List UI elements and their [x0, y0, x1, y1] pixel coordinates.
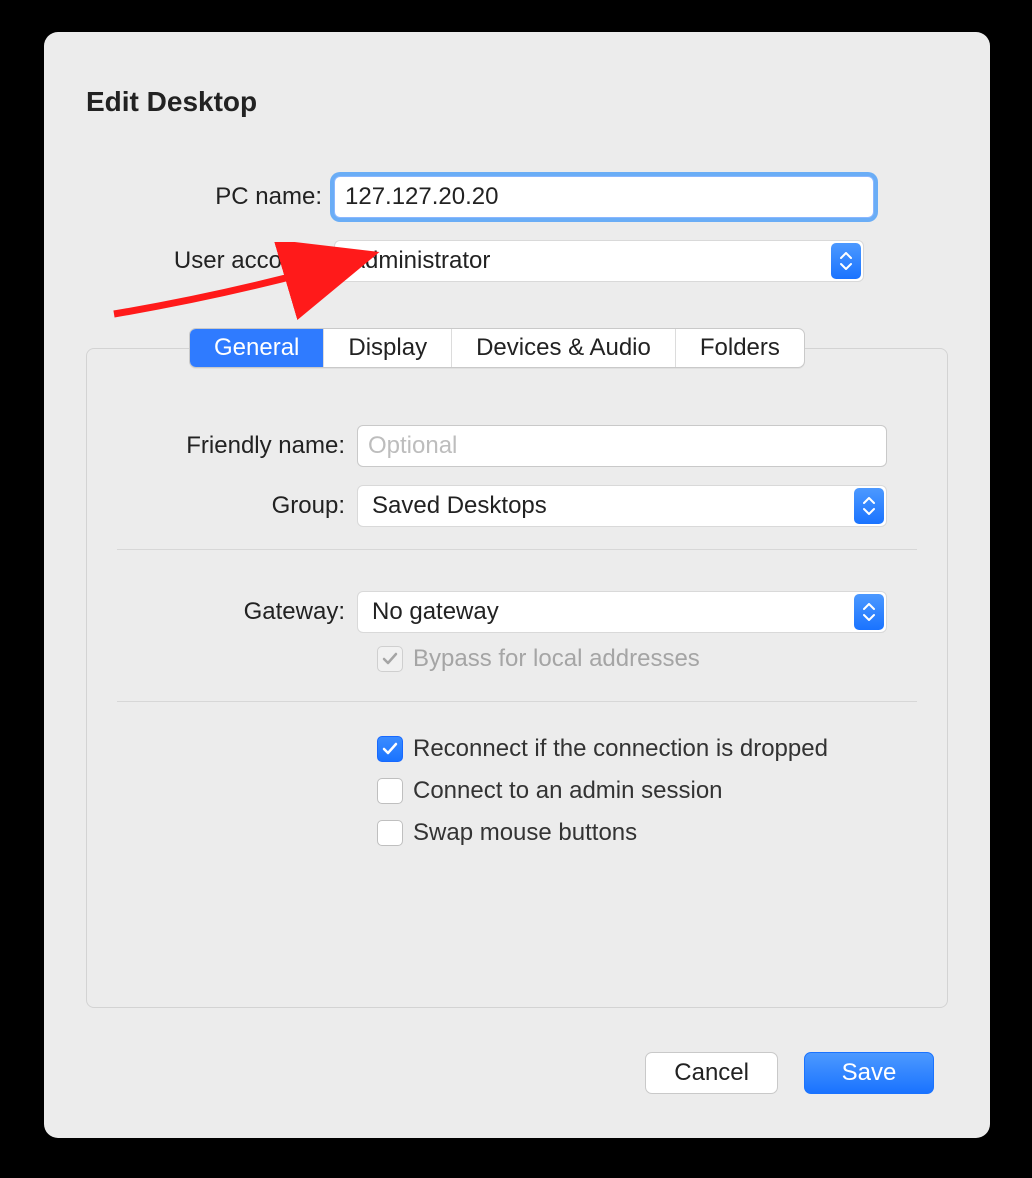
tab-display[interactable]: Display — [324, 329, 452, 367]
chevrons-icon — [854, 594, 884, 630]
friendly-name-label: Friendly name: — [87, 432, 357, 460]
tab-general[interactable]: General — [190, 329, 324, 367]
admin-session-checkbox-row[interactable]: Connect to an admin session — [377, 777, 723, 805]
user-account-select[interactable]: Administrator — [334, 240, 864, 282]
bypass-label: Bypass for local addresses — [413, 645, 700, 673]
user-account-value: Administrator — [349, 247, 490, 275]
swap-mouse-label: Swap mouse buttons — [413, 819, 637, 847]
gateway-select[interactable]: No gateway — [357, 591, 887, 633]
gateway-label: Gateway: — [87, 598, 357, 626]
gateway-value: No gateway — [372, 598, 499, 626]
dialog-footer: Cancel Save — [645, 1052, 934, 1094]
group-value: Saved Desktops — [372, 492, 547, 520]
admin-session-label: Connect to an admin session — [413, 777, 723, 805]
reconnect-checkbox-row[interactable]: Reconnect if the connection is dropped — [377, 735, 828, 763]
user-account-label: User account: — [44, 247, 334, 275]
save-button[interactable]: Save — [804, 1052, 934, 1094]
edit-desktop-window: Edit Desktop PC name: User account: Admi… — [44, 32, 990, 1138]
swap-mouse-checkbox[interactable] — [377, 820, 403, 846]
divider — [117, 701, 917, 702]
friendly-name-input[interactable] — [357, 425, 887, 467]
reconnect-label: Reconnect if the connection is dropped — [413, 735, 828, 763]
general-panel: Friendly name: Group: Saved Desktops Gat… — [86, 348, 948, 1008]
group-label: Group: — [87, 492, 357, 520]
cancel-button[interactable]: Cancel — [645, 1052, 778, 1094]
bypass-checkbox — [377, 646, 403, 672]
group-select[interactable]: Saved Desktops — [357, 485, 887, 527]
bypass-checkbox-row: Bypass for local addresses — [377, 645, 700, 673]
tab-devices-audio[interactable]: Devices & Audio — [452, 329, 676, 367]
reconnect-checkbox[interactable] — [377, 736, 403, 762]
tab-folders[interactable]: Folders — [676, 329, 804, 367]
divider — [117, 549, 917, 550]
chevrons-icon — [854, 488, 884, 524]
admin-session-checkbox[interactable] — [377, 778, 403, 804]
pc-name-label: PC name: — [44, 183, 334, 211]
dialog-title: Edit Desktop — [86, 86, 257, 118]
pc-name-input[interactable] — [334, 176, 874, 218]
tab-bar: General Display Devices & Audio Folders — [189, 328, 805, 368]
chevrons-icon — [831, 243, 861, 279]
swap-mouse-checkbox-row[interactable]: Swap mouse buttons — [377, 819, 637, 847]
